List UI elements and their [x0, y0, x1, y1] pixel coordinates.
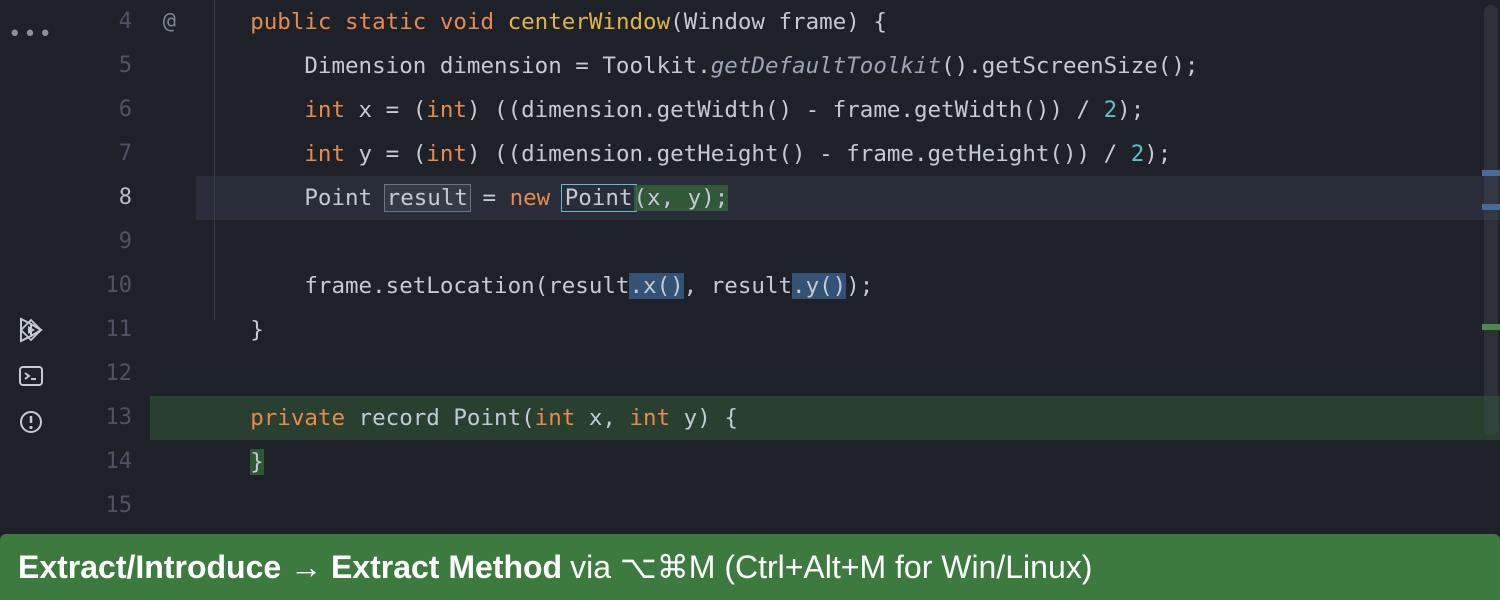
code-line[interactable]: int x = (int) ((dimension.getWidth() - f… — [196, 88, 1500, 132]
refactor-variable-box[interactable]: result — [384, 184, 471, 212]
code-line-empty[interactable] — [196, 220, 1500, 264]
code-line-empty[interactable] — [196, 352, 1500, 396]
tip-banner: Extract/Introduce → Extract Method via ⌥… — [0, 534, 1500, 600]
terminal-icon[interactable] — [18, 363, 44, 389]
line-number[interactable]: 11 — [62, 308, 150, 352]
line-number[interactable]: 15 — [62, 484, 150, 528]
run-icon[interactable] — [18, 317, 44, 343]
line-number[interactable]: 14 — [62, 440, 150, 484]
code-line-added[interactable]: } — [196, 440, 1500, 484]
problems-icon[interactable] — [18, 409, 44, 435]
code-line-empty[interactable] — [196, 484, 1500, 528]
code-editor[interactable]: public static void centerWindow(Window f… — [150, 0, 1500, 600]
line-number[interactable]: 6 — [62, 88, 150, 132]
code-line[interactable]: frame.setLocation(result.x(), result.y()… — [196, 264, 1500, 308]
code-line[interactable]: int y = (int) ((dimension.getHeight() - … — [196, 132, 1500, 176]
line-number[interactable]: 4@ — [62, 0, 150, 44]
line-number-current[interactable]: 8 — [62, 176, 150, 220]
tip-shortcut: via ⌥⌘M (Ctrl+Alt+M for Win/Linux) — [570, 548, 1092, 586]
tip-action: Extract/Introduce → Extract Method — [18, 549, 562, 586]
line-number[interactable]: 12 — [62, 352, 150, 396]
refactor-type-box[interactable]: Point — [561, 184, 637, 212]
line-number[interactable]: 10 — [62, 264, 150, 308]
line-number[interactable]: 7 — [62, 132, 150, 176]
usage-highlight: .x() — [629, 273, 683, 299]
tool-gutter: ••• — [0, 0, 62, 600]
scroll-marker[interactable] — [1482, 170, 1500, 176]
line-number[interactable]: 9 — [62, 220, 150, 264]
scrollbar[interactable] — [1484, 5, 1498, 435]
line-number[interactable]: 13 — [62, 396, 150, 440]
editor-container: ••• 4@ 5 6 7 8 9 10 11 12 13 14 15 publi… — [0, 0, 1500, 600]
scroll-marker[interactable] — [1482, 324, 1500, 330]
line-number[interactable]: 5 — [62, 44, 150, 88]
usage-highlight: .y() — [792, 273, 846, 299]
scroll-marker[interactable] — [1482, 204, 1500, 210]
code-line[interactable]: Dimension dimension = Toolkit.getDefault… — [196, 44, 1500, 88]
more-icon[interactable]: ••• — [8, 22, 54, 47]
code-line[interactable]: } — [196, 308, 1500, 352]
line-number-gutter: 4@ 5 6 7 8 9 10 11 12 13 14 15 — [62, 0, 150, 600]
code-line[interactable]: public static void centerWindow(Window f… — [196, 0, 1500, 44]
code-line-added[interactable]: private record Point(int x, int y) { — [196, 396, 1500, 440]
code-line-current[interactable]: Point result = new Point(x, y); — [196, 176, 1500, 220]
